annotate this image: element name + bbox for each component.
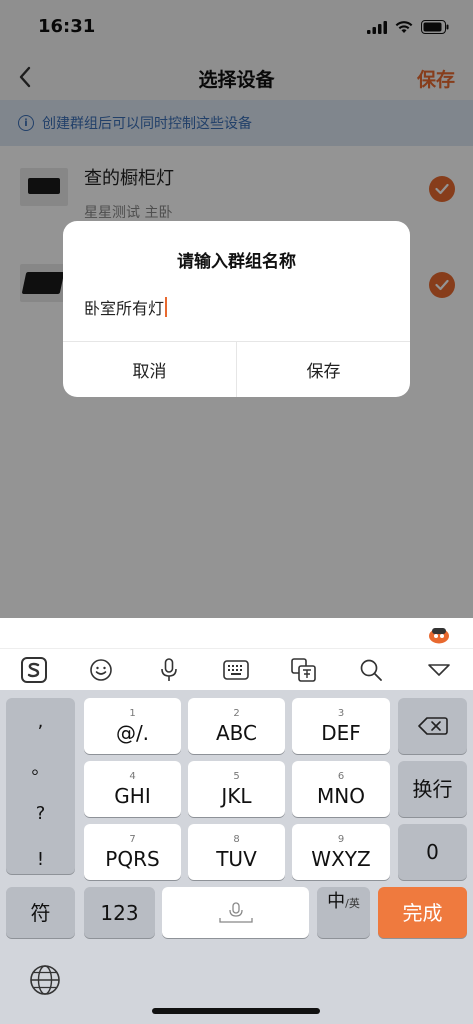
key-5[interactable]: 5 JKL	[188, 761, 285, 817]
space-key[interactable]	[162, 887, 309, 938]
keyboard-mascot-icon[interactable]	[427, 624, 451, 644]
text-caret	[165, 297, 168, 317]
dialog-save-button[interactable]: 保存	[236, 342, 410, 397]
key-7[interactable]: 7 PQRS	[84, 824, 181, 880]
cancel-button[interactable]: 取消	[63, 342, 236, 397]
punct-key[interactable]: ?	[6, 790, 75, 836]
home-indicator	[152, 1008, 320, 1014]
emoji-icon[interactable]	[68, 649, 136, 691]
sogou-logo-icon[interactable]	[0, 649, 68, 691]
microphone-icon[interactable]	[135, 649, 203, 691]
newline-key[interactable]: 换行	[398, 761, 467, 817]
zero-key[interactable]: 0	[398, 824, 467, 880]
punctuation-column[interactable]: , 。 ? !	[6, 698, 75, 874]
dialog-actions: 取消 保存	[63, 341, 410, 397]
key-4[interactable]: 4 GHI	[84, 761, 181, 817]
globe-icon[interactable]	[28, 963, 62, 997]
punct-key[interactable]: !	[6, 836, 75, 882]
backspace-key[interactable]	[398, 698, 467, 754]
punct-key[interactable]: ,	[6, 698, 75, 744]
keyboard: , 。 ? ! 1 @/. 2 ABC 3 DEF 4 GHI 5 JKL 6 MNO 换行…	[0, 690, 473, 1024]
keyboard-header	[0, 618, 473, 648]
group-name-input[interactable]: 卧室所有灯	[84, 295, 384, 319]
number-mode-key[interactable]: 123	[84, 887, 155, 938]
dialog-title: 请输入群组名称	[177, 252, 296, 272]
done-key[interactable]: 完成	[378, 887, 467, 938]
language-switch-key[interactable]: 中/英	[317, 887, 370, 938]
collapse-keyboard-icon[interactable]	[405, 649, 473, 691]
keyboard-icon[interactable]	[203, 649, 271, 691]
backspace-icon	[417, 717, 448, 735]
key-2[interactable]: 2 ABC	[188, 698, 285, 754]
group-name-input-value: 卧室所有灯	[84, 299, 165, 318]
punct-key[interactable]: 。	[6, 744, 75, 790]
key-6[interactable]: 6 MNO	[292, 761, 390, 817]
key-8[interactable]: 8 TUV	[188, 824, 285, 880]
key-3[interactable]: 3 DEF	[292, 698, 390, 754]
symbol-key[interactable]: 符	[6, 887, 75, 938]
space-mic-icon	[218, 901, 253, 923]
key-9[interactable]: 9 WXYZ	[292, 824, 390, 880]
search-icon[interactable]	[338, 649, 406, 691]
translate-icon[interactable]	[270, 649, 338, 691]
group-name-dialog: 请输入群组名称 卧室所有灯 取消 保存	[63, 221, 410, 397]
key-1[interactable]: 1 @/.	[84, 698, 181, 754]
keyboard-toolbar	[0, 648, 473, 690]
